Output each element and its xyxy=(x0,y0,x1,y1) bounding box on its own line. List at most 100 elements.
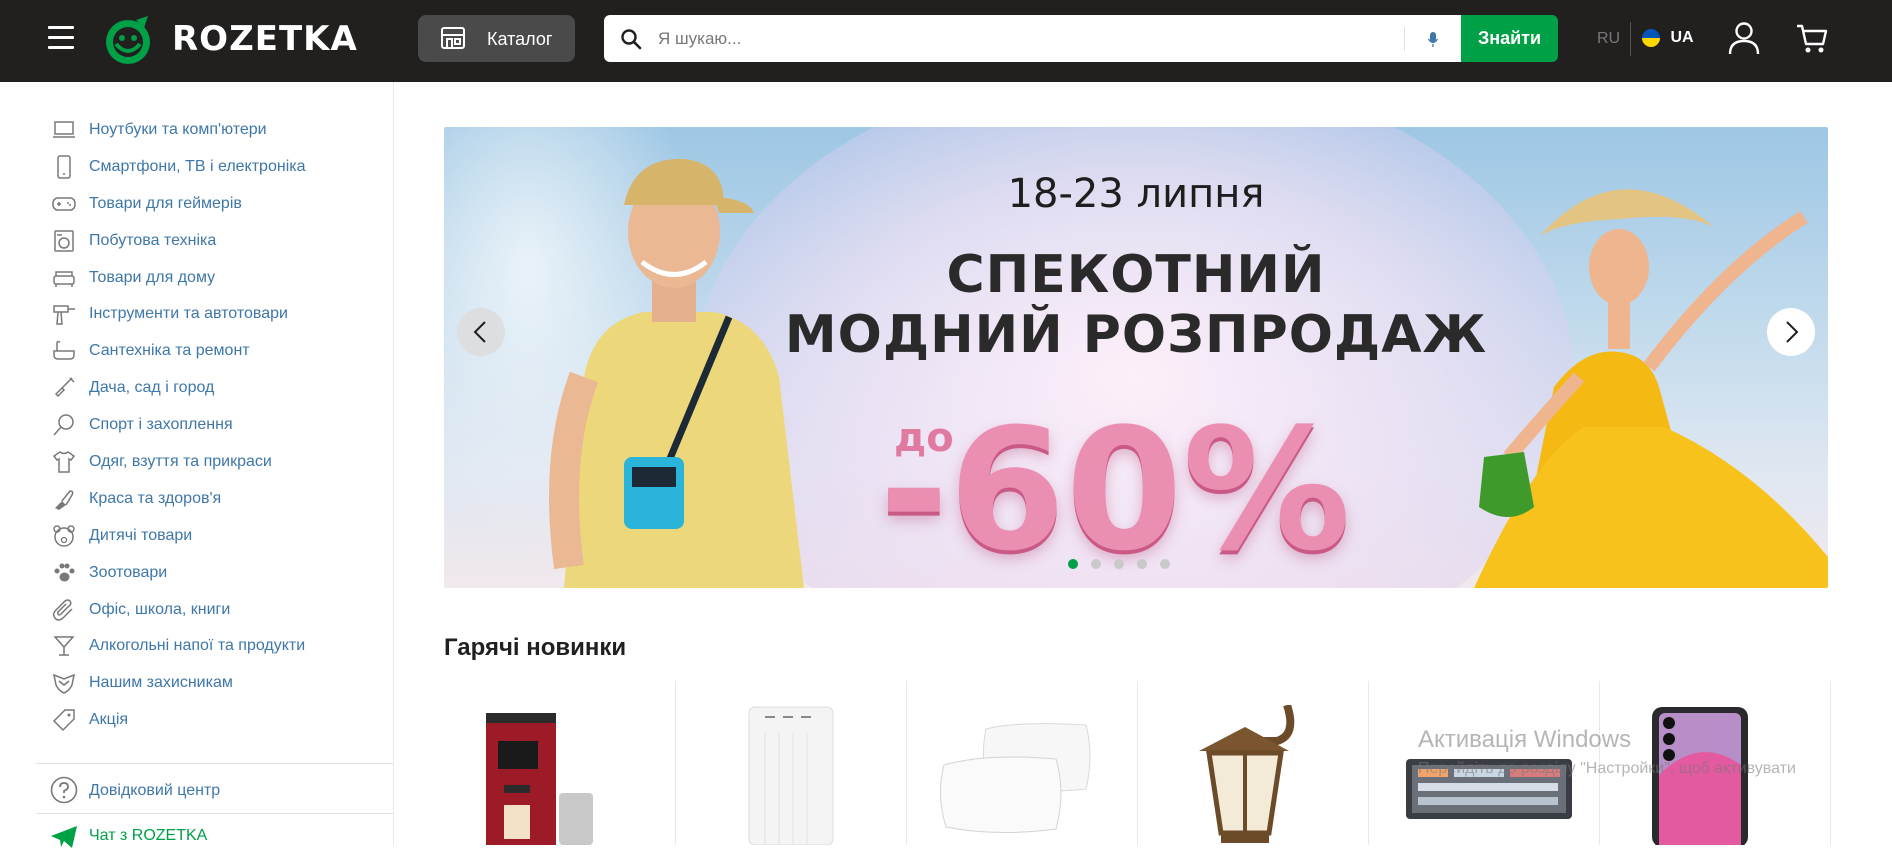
catalog-icon xyxy=(441,27,465,49)
sidebar-item-appliances[interactable]: Побутова техніка xyxy=(48,224,378,261)
product-card[interactable] xyxy=(675,681,907,845)
coffee-machine-icon xyxy=(486,713,593,845)
sidebar-item-label: Сантехніка та ремонт xyxy=(89,342,250,360)
search-icon xyxy=(621,29,642,50)
catalog-button[interactable]: Каталог xyxy=(418,15,575,62)
chat-link[interactable]: Чат з ROZETKA xyxy=(50,822,350,852)
banner-dot[interactable] xyxy=(1137,559,1147,569)
sidebar-item-home[interactable]: Товари для дому xyxy=(48,261,378,298)
sidebar-item-label: Одяг, взуття та прикраси xyxy=(89,453,272,471)
sofa-icon xyxy=(53,270,75,287)
promo-banner[interactable]: 18-23 липня СПЕКОТНИЙ МОДНИЙ РОЗПРОДАЖ -… xyxy=(444,127,1828,588)
tag-icon xyxy=(52,709,75,732)
sidebar-item-label: Нашим захисникам xyxy=(89,674,233,692)
sidebar-item-smartphones[interactable]: Смартфони, ТВ і електроніка xyxy=(48,150,378,187)
windows-watermark-title: Активація Windows xyxy=(1418,726,1632,753)
banner-title-line2: МОДНИЙ РОЗПРОДАЖ xyxy=(784,305,1488,365)
sidebar-item-gamers[interactable]: Товари для геймерів xyxy=(48,187,378,224)
sidebar-item-label: Товари для дому xyxy=(89,268,216,286)
top-header: ROZETKA Каталог Знайти RU UA xyxy=(0,0,1892,82)
sidebar-item-label: Ноутбуки та комп'ютери xyxy=(89,121,267,138)
sidebar-item-kids[interactable]: Дитячі товари xyxy=(48,519,378,556)
shield-icon xyxy=(52,674,76,695)
lang-ua-label: UA xyxy=(1670,29,1694,46)
banner-dot[interactable] xyxy=(1114,559,1124,569)
sidebar-item-label: Побутова техніка xyxy=(89,231,217,249)
racket-icon xyxy=(53,414,74,436)
bathtub-icon xyxy=(53,341,75,361)
lipstick-icon xyxy=(55,490,74,510)
sidebar-item-plumbing[interactable]: Сантехніка та ремонт xyxy=(48,334,378,371)
sidebar-item-label: Дача, сад і город xyxy=(89,379,215,397)
cart-icon[interactable] xyxy=(1796,23,1828,55)
lang-ua-link[interactable]: UA xyxy=(1642,29,1694,47)
sidebar-item-laptops[interactable]: Ноутбуки та комп'ютери xyxy=(48,113,378,150)
sidebar-item-label: Алкогольні напої та продукти xyxy=(89,637,306,655)
product-card[interactable] xyxy=(1137,681,1369,845)
sidebar-item-pets[interactable]: Зоотовари xyxy=(48,556,378,593)
sidebar-item-label: Офіс, школа, книги xyxy=(89,600,231,618)
user-icon[interactable] xyxy=(1728,21,1760,55)
tshirt-icon xyxy=(52,451,76,473)
sidebar-divider xyxy=(36,813,393,814)
lang-ru-link[interactable]: RU xyxy=(1597,30,1620,48)
sidebar-item-office[interactable]: Офіс, школа, книги xyxy=(48,593,378,630)
product-card[interactable] xyxy=(906,681,1138,845)
sidebar-item-garden[interactable]: Дача, сад і город xyxy=(48,371,378,408)
sidebar-item-sport[interactable]: Спорт і захоплення xyxy=(48,408,378,445)
banner-dot[interactable] xyxy=(1068,559,1078,569)
help-center-label: Довідковий центр xyxy=(89,782,221,799)
rozetka-logo-icon[interactable] xyxy=(102,14,154,66)
search-divider xyxy=(1404,27,1405,51)
banner-prev-button[interactable] xyxy=(457,308,505,356)
microphone-icon[interactable] xyxy=(1427,29,1439,49)
menu-burger-icon[interactable] xyxy=(48,26,74,52)
paperclip-icon xyxy=(52,598,73,621)
banner-next-button[interactable] xyxy=(1767,308,1815,356)
sidebar-item-label: Смартфони, ТВ і електроніка xyxy=(89,157,306,175)
lang-divider xyxy=(1630,22,1631,56)
sidebar-item-label: Краса та здоров'я xyxy=(89,489,222,507)
teddy-bear-icon xyxy=(53,525,75,547)
drill-icon xyxy=(53,305,75,326)
question-icon xyxy=(50,776,78,804)
sidebar: Ноутбуки та комп'ютери Смартфони, ТВ і е… xyxy=(0,82,394,848)
banner-dot[interactable] xyxy=(1091,559,1101,569)
gamepad-icon xyxy=(52,197,76,211)
power-bank-icon xyxy=(748,706,834,845)
smartphone-icon xyxy=(57,155,71,179)
sidebar-item-beauty[interactable]: Краса та здоров'я xyxy=(48,482,378,519)
section-title-hot-new: Гарячі новинки xyxy=(444,634,627,661)
sidebar-item-sale[interactable]: Акція xyxy=(48,703,378,740)
sidebar-item-label: Дитячі товари xyxy=(89,526,193,544)
search-box xyxy=(604,15,1461,62)
telegram-plane-icon xyxy=(51,826,77,848)
paw-icon xyxy=(54,563,75,582)
banner-dot[interactable] xyxy=(1160,559,1170,569)
sidebar-item-tools[interactable]: Інструменти та автотовари xyxy=(48,297,378,334)
banner-title: СПЕКОТНИЙ МОДНИЙ РОЗПРОДАЖ xyxy=(444,245,1828,365)
help-center-link[interactable]: Довідковий центр xyxy=(50,774,350,806)
sidebar-divider xyxy=(36,763,393,764)
cocktail-icon xyxy=(53,636,75,657)
category-menu: Ноутбуки та комп'ютери Смартфони, ТВ і е… xyxy=(48,113,378,740)
pillows-icon xyxy=(940,723,1091,834)
sidebar-item-clothes[interactable]: Одяг, взуття та прикраси xyxy=(48,445,378,482)
banner-date: 18-23 липня xyxy=(1007,171,1265,217)
laptop-icon xyxy=(53,121,75,138)
chevron-left-icon xyxy=(473,321,486,343)
sidebar-item-label: Інструменти та автотовари xyxy=(89,305,288,323)
banner-title-line1: СПЕКОТНИЙ xyxy=(946,245,1326,305)
chat-label: Чат з ROZETKA xyxy=(89,827,208,844)
washing-machine-icon xyxy=(54,229,74,252)
lantern-icon xyxy=(1199,705,1295,843)
search-input[interactable] xyxy=(656,23,1420,55)
sidebar-item-alcohol[interactable]: Алкогольні напої та продукти xyxy=(48,629,378,666)
sidebar-item-defenders[interactable]: Нашим захисникам xyxy=(48,666,378,703)
search-button[interactable]: Знайти xyxy=(1461,15,1558,62)
windows-watermark-text: Перейдіть до розділу "Настройки", щоб ак… xyxy=(1418,760,1796,777)
product-card[interactable] xyxy=(444,681,676,845)
sidebar-item-label: Акція xyxy=(89,711,129,729)
banner-prefix: до xyxy=(894,415,954,461)
rozetka-logo-text[interactable]: ROZETKA xyxy=(172,19,358,59)
